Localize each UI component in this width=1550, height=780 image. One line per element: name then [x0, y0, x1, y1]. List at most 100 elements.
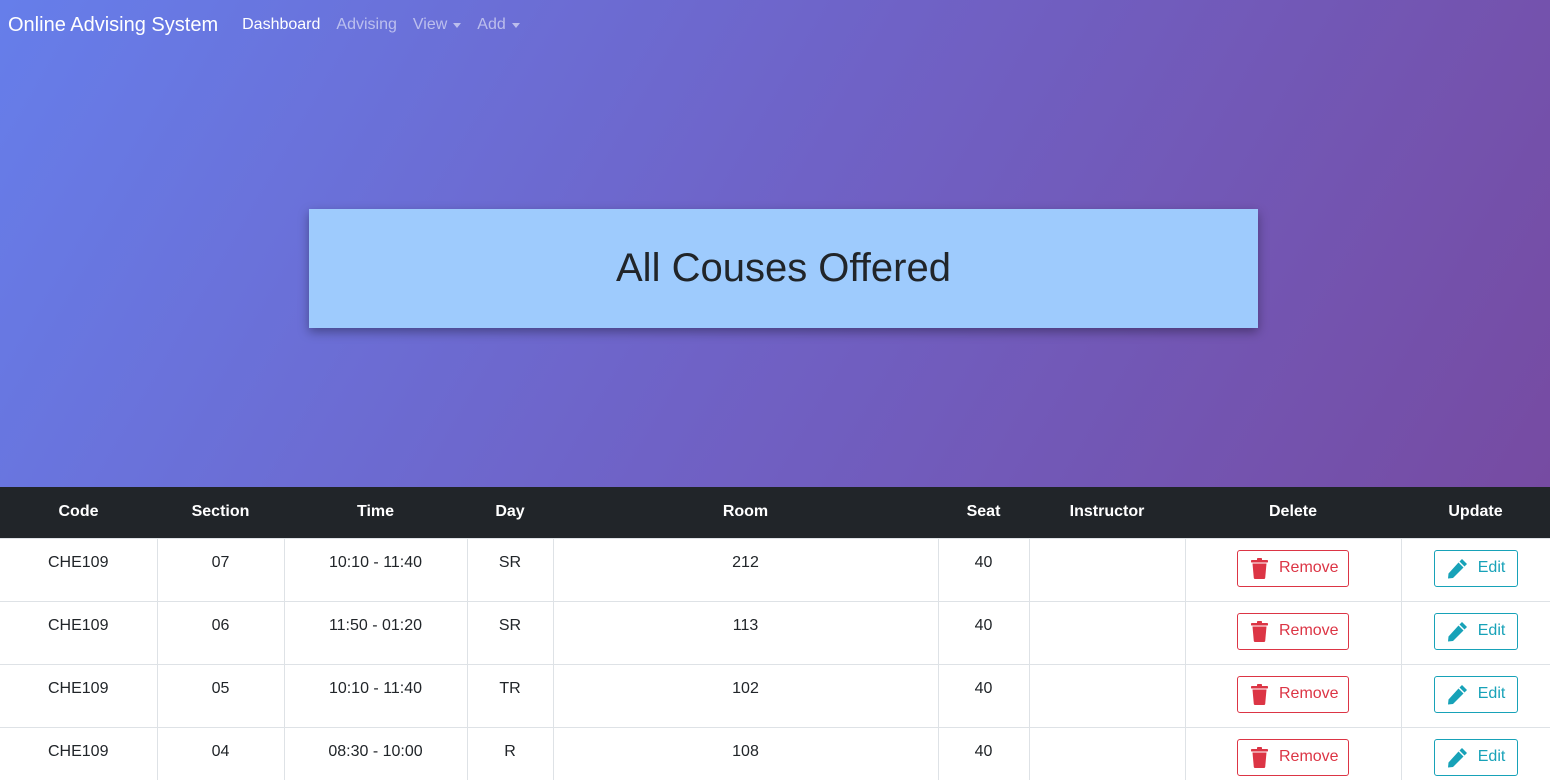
cell-time-text: 08:30 - 10:00 — [328, 742, 423, 760]
pencil-icon — [1447, 558, 1467, 578]
edit-button-label: Edit — [1477, 622, 1506, 639]
caret-down-icon — [453, 23, 462, 28]
cell-update: Edit — [1401, 600, 1550, 664]
cell-day: SR — [467, 537, 554, 601]
cell-time: 10:10 - 11:40 — [284, 537, 468, 601]
cell-room-text: 108 — [732, 742, 759, 760]
nav-dropdown-view[interactable]: View — [412, 16, 462, 34]
nav-dropdown-add[interactable]: Add — [477, 16, 520, 34]
column-header-code: Code — [58, 503, 99, 521]
remove-button[interactable]: Remove — [1237, 549, 1349, 587]
cell-section: 06 — [157, 600, 285, 664]
cell-section-text: 07 — [211, 553, 230, 571]
page-title-card: All Couses Offered — [309, 209, 1258, 328]
remove-button-label: Remove — [1279, 685, 1339, 702]
cell-day-text: SR — [498, 616, 522, 634]
cell-section: 05 — [157, 663, 285, 727]
nav-link-dashboard[interactable]: Dashboard — [242, 16, 320, 34]
remove-button[interactable]: Remove — [1237, 738, 1349, 776]
hero-section: Online Advising System Dashboard Advisin… — [0, 0, 1550, 487]
cell-room-text: 102 — [732, 679, 759, 697]
table-row: CHE109 07 10:10 - 11:40 SR 212 40 Remove… — [0, 537, 1550, 601]
cell-instructor-text — [1030, 728, 1185, 743]
pencil-icon — [1447, 747, 1467, 767]
table-body: CHE109 07 10:10 - 11:40 SR 212 40 Remove… — [0, 537, 1550, 780]
cell-seat: 40 — [938, 663, 1030, 727]
column-header-time: Time — [356, 503, 395, 521]
cell-instructor-text — [1030, 602, 1185, 617]
cell-delete: Remove — [1185, 537, 1402, 601]
page-title: All Couses Offered — [616, 246, 951, 290]
cell-section: 04 — [157, 726, 285, 780]
cell-day: TR — [467, 663, 554, 727]
cell-code-text: CHE109 — [48, 679, 109, 697]
table-row: CHE109 06 11:50 - 01:20 SR 113 40 Remove… — [0, 600, 1550, 664]
cell-instructor-text — [1030, 539, 1185, 554]
column-header-day: Day — [495, 503, 525, 521]
cell-code-text: CHE109 — [48, 742, 109, 760]
edit-button-label: Edit — [1477, 685, 1506, 702]
cell-seat-text: 40 — [974, 679, 993, 697]
nav-link-label: View — [412, 16, 448, 33]
cell-time: 08:30 - 10:00 — [284, 726, 468, 780]
edit-button[interactable]: Edit — [1433, 738, 1518, 776]
cell-room: 212 — [553, 537, 939, 601]
cell-time-text: 11:50 - 01:20 — [328, 616, 423, 634]
cell-update: Edit — [1401, 537, 1550, 601]
cell-instructor — [1029, 537, 1186, 601]
cell-room-text: 212 — [732, 553, 759, 571]
edit-button[interactable]: Edit — [1433, 675, 1518, 713]
cell-time-text: 10:10 - 11:40 — [328, 553, 423, 571]
cell-room-text: 113 — [732, 616, 759, 634]
cell-code: CHE109 — [0, 600, 158, 664]
edit-button[interactable]: Edit — [1433, 612, 1518, 650]
cell-room: 102 — [553, 663, 939, 727]
remove-button-label: Remove — [1279, 622, 1339, 639]
courses-table: Code Section Time Day Room Seat Instruct… — [0, 487, 1550, 780]
cell-code: CHE109 — [0, 537, 158, 601]
cell-seat-text: 40 — [974, 553, 993, 571]
cell-seat: 40 — [938, 537, 1030, 601]
nav-link-label: Dashboard — [242, 16, 321, 33]
trash-icon — [1251, 683, 1268, 705]
cell-delete: Remove — [1185, 726, 1402, 780]
cell-day: R — [467, 726, 554, 780]
edit-button-label: Edit — [1477, 559, 1506, 576]
trash-icon — [1251, 746, 1268, 768]
cell-instructor-text — [1030, 665, 1185, 680]
table-row: CHE109 05 10:10 - 11:40 TR 102 40 Remove… — [0, 663, 1550, 727]
cell-day-text: SR — [498, 553, 522, 571]
cell-section-text: 05 — [211, 679, 230, 697]
cell-time-text: 10:10 - 11:40 — [328, 679, 423, 697]
cell-code-text: CHE109 — [48, 616, 109, 634]
cell-seat-text: 40 — [974, 742, 993, 760]
table-header: Code Section Time Day Room Seat Instruct… — [0, 487, 1550, 538]
cell-section-text: 04 — [211, 742, 230, 760]
trash-icon — [1251, 620, 1268, 642]
pencil-icon — [1447, 684, 1467, 704]
column-header-room: Room — [722, 503, 769, 521]
cell-day-text: TR — [499, 679, 521, 697]
table-header-row: Code Section Time Day Room Seat Instruct… — [0, 487, 1550, 538]
cell-code: CHE109 — [0, 726, 158, 780]
table-row: CHE109 04 08:30 - 10:00 R 108 40 Remove … — [0, 726, 1550, 780]
edit-button-label: Edit — [1477, 748, 1506, 765]
cell-room: 108 — [553, 726, 939, 780]
nav-link-advising[interactable]: Advising — [336, 16, 396, 34]
remove-button[interactable]: Remove — [1237, 675, 1349, 713]
column-header-section: Section — [191, 503, 250, 521]
navbar-brand[interactable]: Online Advising System — [8, 14, 218, 37]
edit-button[interactable]: Edit — [1433, 549, 1518, 587]
cell-update: Edit — [1401, 726, 1550, 780]
cell-day: SR — [467, 600, 554, 664]
navbar: Online Advising System Dashboard Advisin… — [0, 0, 1550, 50]
cell-seat: 40 — [938, 600, 1030, 664]
cell-time: 10:10 - 11:40 — [284, 663, 468, 727]
remove-button[interactable]: Remove — [1237, 612, 1349, 650]
cell-seat: 40 — [938, 726, 1030, 780]
cell-instructor — [1029, 726, 1186, 780]
cell-instructor — [1029, 600, 1186, 664]
caret-down-icon — [511, 23, 520, 28]
cell-delete: Remove — [1185, 663, 1402, 727]
cell-code: CHE109 — [0, 663, 158, 727]
